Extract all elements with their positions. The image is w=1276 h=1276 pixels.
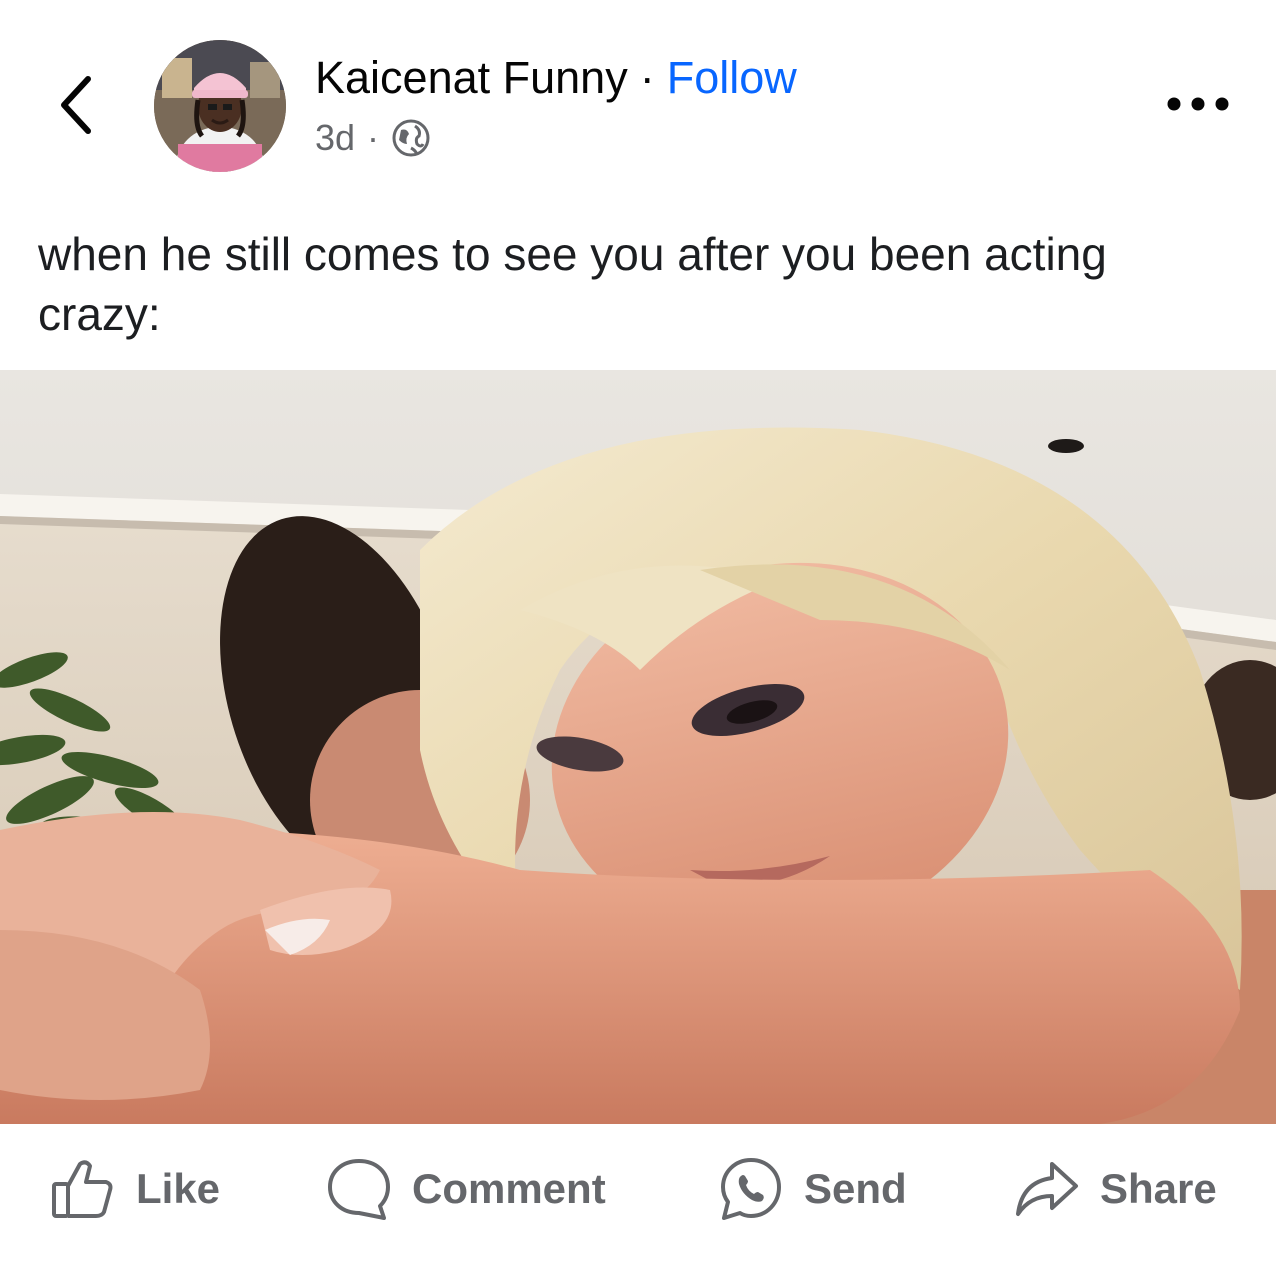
- thumbs-up-icon: [50, 1156, 116, 1222]
- follow-button[interactable]: Follow: [667, 52, 797, 104]
- author-name[interactable]: Kaicenat Funny: [315, 52, 628, 104]
- post-caption: when he still comes to see you after you…: [38, 228, 1107, 340]
- comment-button[interactable]: Comment: [326, 1154, 606, 1224]
- more-horizontal-icon: [1167, 97, 1229, 111]
- post-media[interactable]: [0, 370, 1276, 1124]
- share-arrow-icon: [1014, 1156, 1080, 1222]
- whatsapp-icon: [718, 1156, 784, 1222]
- author-line: Kaicenat Funny · Follow: [315, 48, 797, 108]
- send-label: Send: [804, 1165, 907, 1212]
- meta-separator-dot: ·: [367, 117, 380, 158]
- like-label: Like: [136, 1165, 221, 1212]
- share-button[interactable]: Share: [1014, 1154, 1217, 1224]
- post-action-bar: Like Comment Send Share: [0, 1124, 1276, 1276]
- chevron-left-icon: [61, 76, 91, 134]
- post-photo: [0, 370, 1276, 1124]
- post-view: Kaicenat Funny · Follow 3d · when he sti…: [0, 0, 1276, 1276]
- more-options-button[interactable]: [1158, 80, 1238, 128]
- share-label: Share: [1100, 1165, 1217, 1212]
- comment-label: Comment: [412, 1165, 606, 1212]
- globe-icon: [391, 118, 431, 158]
- post-meta: 3d ·: [315, 114, 431, 162]
- separator-dot: ·: [639, 52, 655, 103]
- send-button[interactable]: Send: [718, 1154, 907, 1224]
- avatar-image: [154, 40, 286, 172]
- like-button[interactable]: Like: [50, 1154, 220, 1224]
- back-button[interactable]: [48, 70, 104, 140]
- avatar[interactable]: [154, 40, 286, 172]
- post-timestamp[interactable]: 3d: [315, 117, 355, 159]
- comment-bubble-icon: [326, 1156, 392, 1222]
